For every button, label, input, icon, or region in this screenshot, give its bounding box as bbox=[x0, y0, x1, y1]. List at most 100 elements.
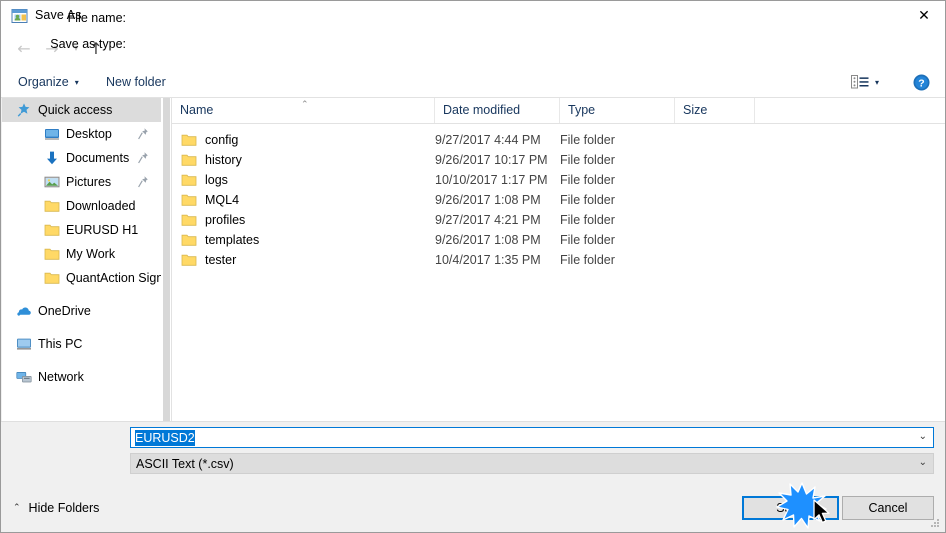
pictures-icon bbox=[44, 174, 60, 190]
sidebar-item-desktop[interactable]: Desktop bbox=[2, 122, 161, 146]
column-header-size[interactable]: Size bbox=[675, 98, 755, 123]
cancel-button[interactable]: Cancel bbox=[842, 496, 934, 520]
folder-icon bbox=[181, 233, 197, 247]
table-row[interactable]: MQL4 9/26/2017 1:08 PM File folder bbox=[172, 190, 945, 210]
file-date-cell: 9/27/2017 4:21 PM bbox=[435, 213, 541, 227]
table-row[interactable]: profiles 9/27/2017 4:21 PM File folder bbox=[172, 210, 945, 230]
navigation-bar: ← → ▾ ↑ « Roaming › MetaQuotes › Termina… bbox=[1, 31, 945, 91]
file-name-label: tester bbox=[205, 253, 237, 267]
file-list-pane[interactable]: Name ⌃ Date modified Type Size config 9/… bbox=[172, 98, 945, 421]
sidebar-item-label: Quick access bbox=[38, 103, 113, 117]
save-as-type-value: ASCII Text (*.csv) bbox=[136, 456, 234, 471]
file-name-label: MQL4 bbox=[205, 193, 240, 207]
file-name-label: File name: bbox=[67, 11, 126, 25]
folder-icon bbox=[181, 153, 197, 167]
pane-splitter[interactable] bbox=[161, 98, 172, 421]
hide-folders-button[interactable]: ⌃ Hide Folders bbox=[13, 501, 99, 515]
chevron-down-icon[interactable]: ⌄ bbox=[919, 457, 927, 468]
title-bar: Save As ✕ bbox=[1, 1, 945, 31]
file-date-cell: 9/27/2017 4:44 PM bbox=[435, 133, 541, 147]
chevron-down-icon[interactable]: ⌄ bbox=[919, 431, 927, 442]
table-row[interactable]: history 9/26/2017 10:17 PM File folder bbox=[172, 150, 945, 170]
sidebar-item-this-pc[interactable]: This PC bbox=[2, 332, 161, 356]
sidebar-item-label: EURUSD H1 bbox=[66, 223, 139, 237]
file-name-label: profiles bbox=[205, 213, 246, 227]
organize-label: Organize bbox=[18, 75, 69, 89]
this-pc-icon bbox=[16, 336, 32, 352]
view-layout-icon[interactable] bbox=[851, 74, 869, 90]
file-type-cell: File folder bbox=[560, 173, 615, 187]
file-date-cell: 9/26/2017 1:08 PM bbox=[435, 193, 541, 207]
file-name-label: templates bbox=[205, 233, 260, 247]
save-as-type-select[interactable]: ASCII Text (*.csv) ⌄ bbox=[130, 453, 934, 474]
sidebar-item-network[interactable]: Network bbox=[2, 365, 161, 389]
save-button[interactable]: Save bbox=[742, 496, 839, 520]
folder-icon bbox=[181, 193, 197, 207]
folder-icon bbox=[181, 133, 197, 147]
column-header-date-modified[interactable]: Date modified bbox=[435, 98, 560, 123]
folder-icon bbox=[181, 173, 197, 187]
sidebar-item-label: My Work bbox=[66, 247, 116, 261]
chevron-down-icon: ▾ bbox=[74, 77, 79, 87]
column-header-name[interactable]: Name ⌃ bbox=[172, 98, 435, 123]
pin-icon[interactable] bbox=[137, 151, 149, 165]
table-row[interactable]: config 9/27/2017 4:44 PM File folder bbox=[172, 130, 945, 150]
sidebar-item-label: Desktop bbox=[66, 127, 112, 141]
new-folder-button[interactable]: New folder bbox=[106, 73, 166, 91]
onedrive-icon bbox=[16, 303, 32, 319]
file-name-cell: logs bbox=[172, 173, 435, 187]
folder-icon bbox=[44, 246, 60, 262]
sidebar-item-onedrive[interactable]: OneDrive bbox=[2, 299, 161, 323]
file-name-cell: templates bbox=[172, 233, 435, 247]
file-name-label: history bbox=[205, 153, 242, 167]
resize-grip-icon[interactable] bbox=[929, 517, 941, 529]
sidebar-item-label: OneDrive bbox=[38, 304, 91, 318]
sidebar-item-label: Network bbox=[38, 370, 84, 384]
table-row[interactable]: tester 10/4/2017 1:35 PM File folder bbox=[172, 250, 945, 270]
file-name-cell: MQL4 bbox=[172, 193, 435, 207]
file-date-cell: 10/10/2017 1:17 PM bbox=[435, 173, 548, 187]
sidebar-item-quick-access[interactable]: Quick access bbox=[2, 98, 161, 122]
sidebar-item-eurusd-h1[interactable]: EURUSD H1 bbox=[2, 218, 161, 242]
file-name-label: logs bbox=[205, 173, 228, 187]
pin-icon[interactable] bbox=[137, 175, 149, 189]
organize-button[interactable]: Organize ▾ bbox=[18, 73, 79, 91]
file-date-cell: 10/4/2017 1:35 PM bbox=[435, 253, 541, 267]
sidebar-item-documents[interactable]: Documents bbox=[2, 146, 161, 170]
file-name-input[interactable]: EURUSD2 ⌄ bbox=[130, 427, 934, 448]
chevron-up-icon: ⌃ bbox=[13, 503, 21, 513]
pin-icon[interactable] bbox=[137, 127, 149, 141]
table-row[interactable]: logs 10/10/2017 1:17 PM File folder bbox=[172, 170, 945, 190]
svg-text:?: ? bbox=[918, 77, 924, 89]
save-as-dialog: Save As ✕ ← → ▾ ↑ « Roaming › bbox=[0, 0, 946, 533]
file-type-cell: File folder bbox=[560, 253, 615, 267]
hide-folders-label: Hide Folders bbox=[28, 501, 100, 515]
file-name-cell: profiles bbox=[172, 213, 435, 227]
folder-icon bbox=[181, 253, 197, 267]
sidebar-item-quantaction-signal[interactable]: QuantAction Signal bbox=[2, 266, 161, 290]
close-button[interactable]: ✕ bbox=[901, 1, 945, 31]
sidebar-item-my-work[interactable]: My Work bbox=[2, 242, 161, 266]
file-name-cell: config bbox=[172, 133, 435, 147]
file-type-cell: File folder bbox=[560, 193, 615, 207]
column-header-type[interactable]: Type bbox=[560, 98, 675, 123]
file-name-value: EURUSD2 bbox=[135, 429, 195, 446]
sidebar-item-label: This PC bbox=[38, 337, 83, 351]
file-name-cell: tester bbox=[172, 253, 435, 267]
save-as-type-label: Save as type: bbox=[50, 37, 126, 51]
file-name-label: config bbox=[205, 133, 239, 147]
splitter-grip[interactable] bbox=[163, 98, 170, 421]
help-icon[interactable]: ? bbox=[913, 74, 930, 91]
navigation-sidebar[interactable]: Quick access Desktop Documents Pictures … bbox=[2, 98, 161, 421]
file-type-cell: File folder bbox=[560, 133, 615, 147]
table-row[interactable]: templates 9/26/2017 1:08 PM File folder bbox=[172, 230, 945, 250]
sidebar-item-pictures[interactable]: Pictures bbox=[2, 170, 161, 194]
file-type-cell: File folder bbox=[560, 233, 615, 247]
documents-icon bbox=[44, 150, 60, 166]
folder-icon bbox=[44, 270, 60, 286]
sidebar-item-downloaded[interactable]: Downloaded bbox=[2, 194, 161, 218]
chevron-down-icon[interactable]: ▾ bbox=[875, 78, 879, 87]
